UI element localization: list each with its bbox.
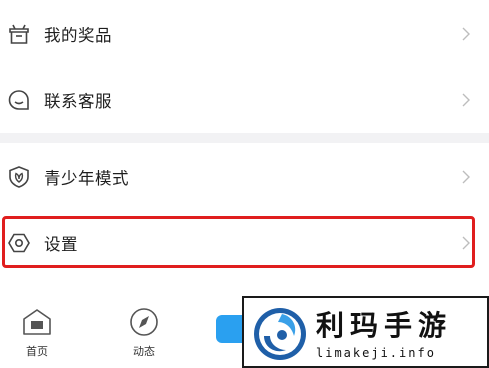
watermark-title: 利玛手游: [316, 309, 453, 342]
menu-group-1: 我的奖品 联系客服: [0, 0, 489, 133]
watermark: 利玛手游 limakeji.info: [242, 296, 489, 368]
compass-icon: [130, 308, 158, 336]
tab-dynamic-label: 动态: [133, 345, 155, 358]
shield-leaf-icon: [9, 166, 29, 188]
menu-item-teen-mode[interactable]: 青少年模式: [0, 145, 489, 209]
menu-item-my-prizes[interactable]: 我的奖品: [0, 2, 489, 66]
home-icon: [23, 309, 51, 335]
highlight-box: [2, 216, 475, 268]
menu-item-customer-service[interactable]: 联系客服: [0, 68, 489, 132]
customer-service-icon: [8, 90, 29, 110]
chevron-right-icon: [462, 27, 470, 41]
tab-home-label: 首页: [26, 345, 48, 358]
watermark-logo-icon: [254, 308, 306, 360]
gift-box-icon: [9, 24, 29, 44]
chevron-right-icon: [462, 93, 470, 107]
tab-dynamic[interactable]: 动态: [114, 307, 174, 359]
tab-home[interactable]: 首页: [7, 307, 67, 359]
menu-item-label: 联系客服: [44, 92, 112, 111]
watermark-url: limakeji.info: [316, 346, 436, 360]
menu-item-label: 青少年模式: [44, 169, 129, 188]
menu-item-label: 我的奖品: [44, 26, 112, 45]
chevron-right-icon: [462, 170, 470, 184]
